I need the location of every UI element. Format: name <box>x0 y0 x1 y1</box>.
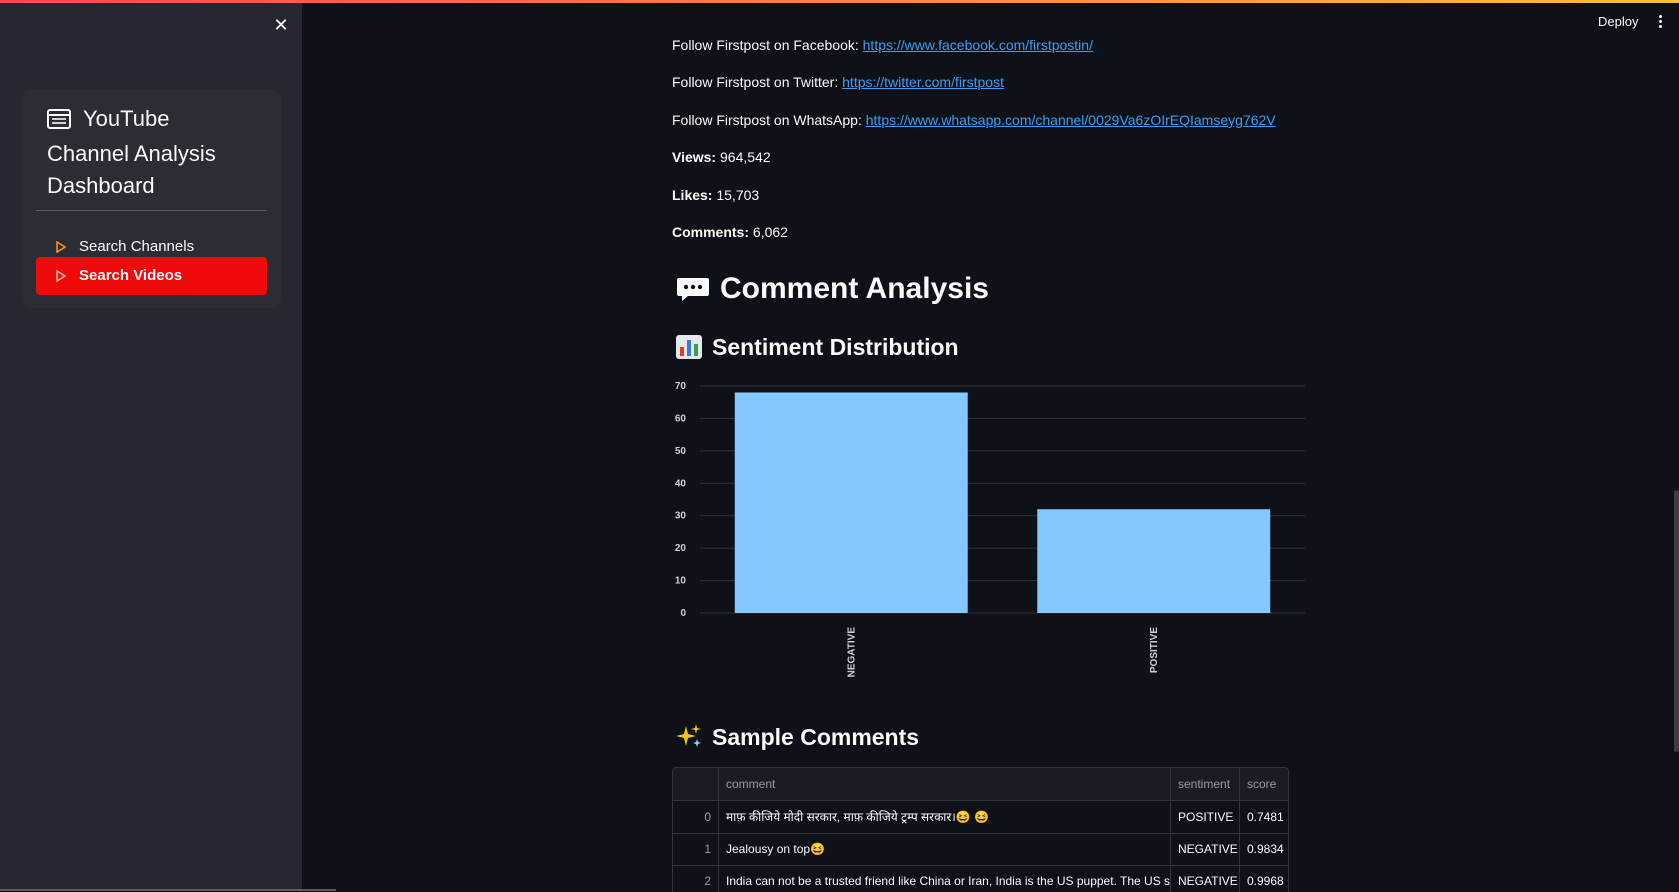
y-tick-label: 60 <box>675 413 687 424</box>
bar-positive <box>1037 509 1271 613</box>
column-header-score[interactable]: score <box>1240 768 1288 800</box>
score-cell[interactable]: 0.7481 <box>1240 801 1288 833</box>
bar-chart-icon <box>676 335 702 365</box>
comment-analysis-heading: Comment Analysis <box>676 272 989 310</box>
close-sidebar-icon[interactable]: ✕ <box>268 13 294 39</box>
y-tick-label: 10 <box>675 576 687 587</box>
y-tick-label: 30 <box>675 511 687 522</box>
table-row[interactable]: 2 India can not be a trusted friend like… <box>673 865 1288 892</box>
play-triangle-icon <box>56 240 67 257</box>
y-tick-label: 50 <box>675 446 687 457</box>
sidebar: ✕ YouTube Channel Analysis Dashboard Sea… <box>0 3 302 891</box>
sample-comments-heading-text: Sample Comments <box>712 724 920 750</box>
sparkles-icon <box>676 723 702 755</box>
table-row[interactable]: 1 Jealousy on top😆 NEGATIVE 0.9834 <box>673 833 1288 866</box>
menu-title-text: YouTube Channel Analysis Dashboard <box>47 106 216 198</box>
facebook-link[interactable]: https://www.facebook.com/firstpostin/ <box>863 37 1093 53</box>
score-cell[interactable]: 0.9834 <box>1240 833 1288 865</box>
facebook-line: Follow Firstpost on Facebook: https://ww… <box>672 37 1093 53</box>
sentiment-distribution-heading-text: Sentiment Distribution <box>712 334 959 360</box>
comment-analysis-heading-text: Comment Analysis <box>720 272 989 305</box>
likes-label: Likes: <box>672 187 713 203</box>
main-scrollbar-thumb[interactable] <box>1674 490 1679 752</box>
nav-item-search-videos[interactable]: Search Videos <box>36 257 267 295</box>
nav-item-label: Search Videos <box>79 267 183 284</box>
comments-value: 6,062 <box>752 224 788 240</box>
column-header-comment[interactable]: comment <box>719 768 1171 800</box>
twitter-label: Follow Firstpost on Twitter: <box>672 74 843 90</box>
likes-value: 15,703 <box>716 187 760 203</box>
whatsapp-line: Follow Firstpost on WhatsApp: https://ww… <box>672 112 1276 128</box>
views-value: 964,542 <box>720 149 771 165</box>
twitter-link[interactable]: https://twitter.com/firstpost <box>842 74 1004 90</box>
twitter-line: Follow Firstpost on Twitter: https://twi… <box>672 74 1004 90</box>
navigation-menu: YouTube Channel Analysis Dashboard Searc… <box>22 90 281 308</box>
y-tick-label: 70 <box>675 381 687 392</box>
y-tick-label: 20 <box>675 543 687 554</box>
x-tick-label: POSITIVE <box>1149 627 1160 673</box>
index-header <box>673 768 719 800</box>
menu-divider <box>36 210 267 211</box>
row-index: 2 <box>673 865 719 892</box>
speech-bubble-icon <box>676 276 710 310</box>
sentiment-cell[interactable]: POSITIVE <box>1171 801 1240 833</box>
deploy-button[interactable]: Deploy <box>1598 14 1638 29</box>
comments-label: Comments: <box>672 224 750 240</box>
sentiment-bar-chart: 0 10 20 30 40 50 60 70 NEGATIVE POSITIVE <box>675 381 1305 678</box>
sentiment-distribution-heading: Sentiment Distribution <box>676 334 959 365</box>
column-header-sentiment[interactable]: sentiment <box>1171 768 1240 800</box>
comments-stat: Comments: 6,062 <box>672 224 788 240</box>
row-index: 0 <box>673 801 719 833</box>
table-row[interactable]: 0 माफ़ कीजिये मोदी सरकार, माफ़ कीजिये ट्… <box>673 801 1288 834</box>
sample-comments-heading: Sample Comments <box>676 723 919 755</box>
kebab-menu-icon[interactable] <box>1655 14 1665 30</box>
menu-title: YouTube Channel Analysis Dashboard <box>47 103 257 202</box>
comment-cell[interactable]: माफ़ कीजिये मोदी सरकार, माफ़ कीजिये ट्रम… <box>719 801 1171 833</box>
sample-comments-table[interactable]: comment sentiment score 0 माफ़ कीजिये मो… <box>672 767 1289 892</box>
whatsapp-label: Follow Firstpost on WhatsApp: <box>672 112 866 128</box>
y-tick-label: 0 <box>680 608 686 619</box>
table-header-row: comment sentiment score <box>673 768 1288 801</box>
x-tick-label: NEGATIVE <box>846 627 857 678</box>
views-stat: Views: 964,542 <box>672 149 771 165</box>
whatsapp-link[interactable]: https://www.whatsapp.com/channel/0029Va6… <box>866 112 1276 128</box>
bar-negative <box>734 392 968 613</box>
list-window-icon <box>47 106 71 138</box>
nav-item-label: Search Channels <box>79 238 195 255</box>
play-triangle-icon <box>56 269 67 286</box>
sentiment-cell[interactable]: NEGATIVE <box>1171 833 1240 865</box>
score-cell[interactable]: 0.9968 <box>1240 865 1288 892</box>
facebook-label: Follow Firstpost on Facebook: <box>672 37 863 53</box>
views-label: Views: <box>672 149 717 165</box>
y-tick-label: 40 <box>675 478 687 489</box>
comment-cell[interactable]: Jealousy on top😆 <box>719 833 1171 865</box>
likes-stat: Likes: 15,703 <box>672 187 759 203</box>
comment-cell[interactable]: India can not be a trusted friend like C… <box>719 865 1171 892</box>
row-index: 1 <box>673 833 719 865</box>
sentiment-cell[interactable]: NEGATIVE <box>1171 865 1240 892</box>
